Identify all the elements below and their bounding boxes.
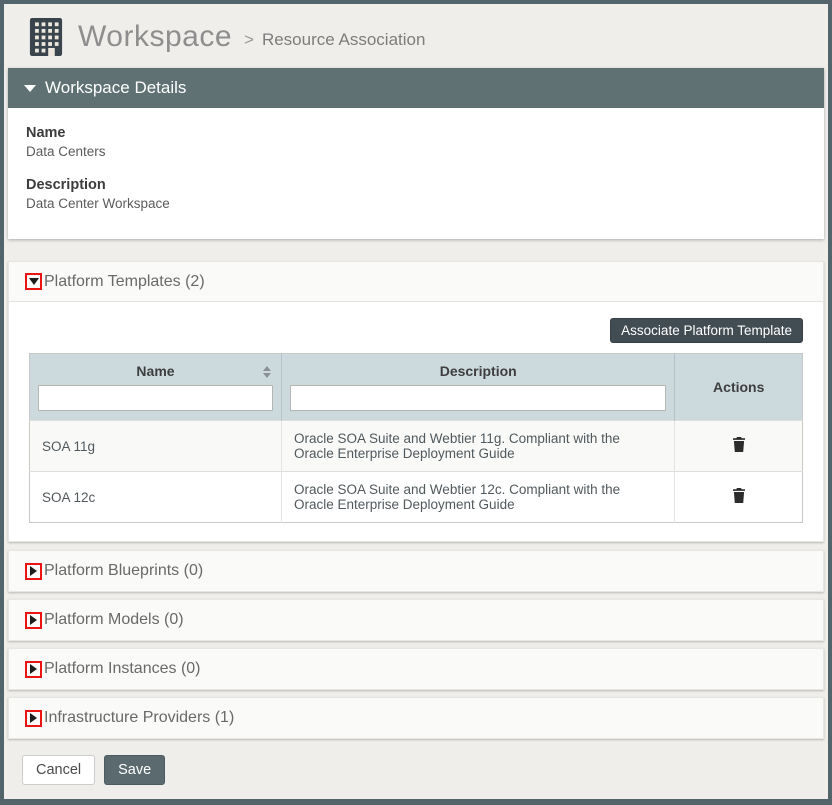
template-description-cell: Oracle SOA Suite and Webtier 11g. Compli… — [281, 421, 674, 472]
template-name-cell: SOA 12c — [30, 472, 282, 523]
save-button[interactable]: Save — [104, 755, 165, 785]
infrastructure-providers-title: Infrastructure Providers (1) — [44, 709, 234, 727]
footer-actions: Cancel Save — [8, 755, 824, 785]
name-label: Name — [26, 125, 806, 141]
breadcrumb: Resource Association — [262, 30, 425, 50]
platform-templates-table: Name Description — [29, 353, 803, 523]
delete-button[interactable] — [730, 486, 748, 508]
platform-models-header[interactable]: Platform Models (0) — [9, 600, 823, 640]
breadcrumb-separator: > — [244, 30, 254, 50]
column-header-description: Description — [281, 354, 674, 421]
column-header-name: Name — [30, 354, 282, 421]
platform-instances-title: Platform Instances (0) — [44, 660, 201, 678]
expand-collapse-icon[interactable] — [30, 664, 37, 674]
annotation-highlight-box — [25, 612, 42, 629]
description-filter-input[interactable] — [290, 385, 666, 411]
actions-cell — [675, 421, 803, 472]
template-name-cell: SOA 11g — [30, 421, 282, 472]
platform-models-title: Platform Models (0) — [44, 611, 184, 629]
name-field: Name Data Centers — [26, 125, 806, 159]
expand-collapse-icon[interactable] — [30, 566, 37, 576]
actions-cell — [675, 472, 803, 523]
name-filter-input[interactable] — [38, 385, 273, 411]
workspace-details-panel: Workspace Details Name Data Centers Desc… — [8, 68, 824, 239]
collapse-caret-icon — [24, 85, 36, 92]
name-value: Data Centers — [26, 144, 806, 159]
column-header-actions: Actions — [675, 354, 803, 421]
platform-blueprints-header[interactable]: Platform Blueprints (0) — [9, 551, 823, 591]
workspace-details-body: Name Data Centers Description Data Cente… — [8, 108, 824, 239]
infrastructure-providers-section: Infrastructure Providers (1) — [8, 697, 824, 739]
platform-templates-title: Platform Templates (2) — [44, 273, 205, 291]
platform-blueprints-title: Platform Blueprints (0) — [44, 562, 203, 580]
expand-collapse-icon[interactable] — [30, 615, 37, 625]
page-title: Workspace — [78, 20, 232, 54]
platform-blueprints-section: Platform Blueprints (0) — [8, 550, 824, 592]
platform-models-section: Platform Models (0) — [8, 599, 824, 641]
platform-templates-header[interactable]: Platform Templates (2) — [9, 262, 823, 302]
annotation-highlight-box — [25, 563, 42, 580]
cancel-button[interactable]: Cancel — [22, 755, 95, 785]
table-row: SOA 12c Oracle SOA Suite and Webtier 12c… — [30, 472, 803, 523]
delete-button[interactable] — [730, 435, 748, 457]
building-icon — [28, 18, 64, 56]
platform-templates-body: Associate Platform Template Name — [9, 302, 823, 541]
description-label: Description — [26, 177, 806, 193]
platform-instances-section: Platform Instances (0) — [8, 648, 824, 690]
workspace-details-title: Workspace Details — [45, 78, 186, 98]
expand-collapse-icon[interactable] — [29, 278, 39, 285]
annotation-highlight-box — [25, 710, 42, 727]
trash-icon — [732, 437, 746, 452]
expand-collapse-icon[interactable] — [30, 713, 37, 723]
annotation-highlight-box — [25, 273, 42, 290]
platform-templates-section: Platform Templates (2) Associate Platfor… — [8, 261, 824, 542]
infrastructure-providers-header[interactable]: Infrastructure Providers (1) — [9, 698, 823, 738]
table-row: SOA 11g Oracle SOA Suite and Webtier 11g… — [30, 421, 803, 472]
associate-platform-template-button[interactable]: Associate Platform Template — [610, 318, 803, 343]
annotation-highlight-box — [25, 661, 42, 678]
description-value: Data Center Workspace — [26, 196, 806, 211]
description-field: Description Data Center Workspace — [26, 177, 806, 211]
workspace-details-header[interactable]: Workspace Details — [8, 68, 824, 108]
template-description-cell: Oracle SOA Suite and Webtier 12c. Compli… — [281, 472, 674, 523]
platform-instances-header[interactable]: Platform Instances (0) — [9, 649, 823, 689]
page-header: Workspace > Resource Association — [4, 4, 828, 68]
trash-icon — [732, 488, 746, 503]
sort-icon[interactable] — [263, 366, 271, 378]
